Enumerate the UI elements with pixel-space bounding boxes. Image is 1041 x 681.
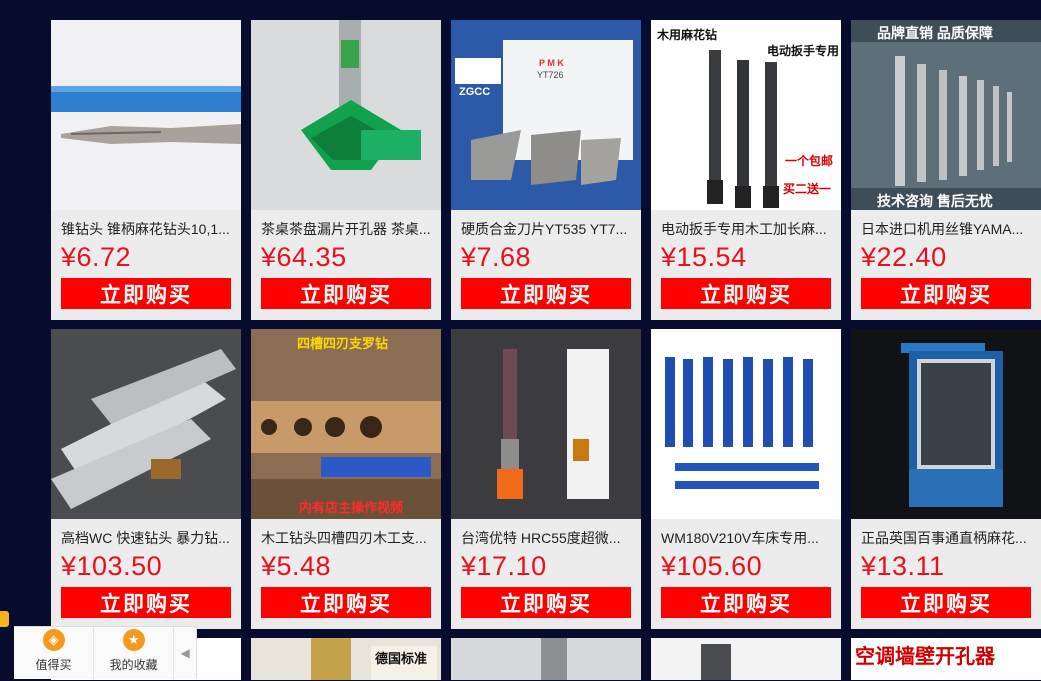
buy-now-button[interactable]: 立即购买 xyxy=(461,587,631,618)
product-image[interactable]: 德国标准 xyxy=(251,638,441,680)
product-image[interactable]: 品牌直销 品质保障 技术咨询 售后无忧 xyxy=(851,20,1041,210)
product-price: ¥5.48 xyxy=(261,551,332,581)
product-title[interactable]: 茶桌茶盘漏片开孔器 茶桌... xyxy=(261,219,433,239)
product-title[interactable]: 木工钻头四槽四刃木工支... xyxy=(261,528,433,548)
image-caption: 木用麻花钻 xyxy=(657,28,718,42)
product-card[interactable]: 茶桌茶盘漏片开孔器 茶桌... ¥64.35 立即购买 xyxy=(251,20,441,320)
product-image[interactable] xyxy=(51,20,241,210)
product-title[interactable]: 台湾优特 HRC55度超微... xyxy=(461,528,633,548)
dock-worth-buying[interactable]: ◈ 值得买 xyxy=(14,627,93,679)
product-image[interactable]: 四槽四刃支罗钻 内有店主操作视频 xyxy=(251,329,441,519)
image-caption: 技术咨询 售后无忧 xyxy=(877,193,993,209)
buy-now-button[interactable]: 立即购买 xyxy=(861,587,1031,618)
product-card[interactable]: 空调墙壁开孔器 xyxy=(851,638,1041,680)
image-caption: 四槽四刃支罗钻 xyxy=(297,336,389,351)
product-price: ¥7.68 xyxy=(461,242,532,272)
product-card[interactable]: 高档WC 快速钻头 暴力钻... ¥103.50 立即购买 xyxy=(51,329,241,629)
product-card[interactable] xyxy=(451,638,641,680)
product-card[interactable]: 德国标准 xyxy=(251,638,441,680)
image-caption: 德国标准 xyxy=(375,651,428,666)
buy-now-button[interactable]: 立即购买 xyxy=(661,278,831,309)
image-caption: 空调墙壁开孔器 xyxy=(855,646,995,668)
image-caption: ZGCC xyxy=(459,86,491,98)
product-card[interactable]: ZGCC P M K YT726 硬质合金刀片YT535 YT7... ¥7.6… xyxy=(451,20,641,320)
buy-now-button[interactable]: 立即购买 xyxy=(261,278,431,309)
product-card[interactable]: 正品英国百事通直柄麻花... ¥13.11 立即购买 xyxy=(851,329,1041,629)
product-card[interactable]: WM180V210V车床专用... ¥105.60 立即购买 xyxy=(651,329,841,629)
product-title[interactable]: 硬质合金刀片YT535 YT7... xyxy=(461,219,633,239)
side-tab-handle[interactable] xyxy=(0,611,9,627)
collapse-icon[interactable]: ◀ xyxy=(173,627,196,679)
image-caption: 内有店主操作视频 xyxy=(299,500,404,515)
product-title[interactable]: 正品英国百事通直柄麻花... xyxy=(861,528,1033,548)
product-image[interactable] xyxy=(451,329,641,519)
image-caption: 电动扳手专用 xyxy=(767,44,840,58)
product-card[interactable] xyxy=(651,638,841,680)
buy-now-button[interactable]: 立即购买 xyxy=(861,278,1031,309)
image-caption: 品牌直销 品质保障 xyxy=(877,25,993,41)
product-image[interactable] xyxy=(51,329,241,519)
product-card[interactable]: 锥钻头 锥柄麻花钻头10,1... ¥6.72 立即购买 xyxy=(51,20,241,320)
product-image[interactable] xyxy=(851,329,1041,519)
product-card[interactable]: 木用麻花钻 电动扳手专用 一个包邮 买二送一 电动扳手专用木工加长麻... ¥1… xyxy=(651,20,841,320)
product-price: ¥17.10 xyxy=(461,551,547,581)
product-price: ¥15.54 xyxy=(661,242,747,272)
product-price: ¥6.72 xyxy=(61,242,132,272)
product-price: ¥103.50 xyxy=(61,551,163,581)
product-card[interactable]: 品牌直销 品质保障 技术咨询 售后无忧 日本进口机用丝锥YAMA... ¥22.… xyxy=(851,20,1041,320)
product-title[interactable]: 电动扳手专用木工加长麻... xyxy=(661,219,833,239)
tag-icon: ◈ xyxy=(42,629,65,651)
dock-label: 我的收藏 xyxy=(109,658,158,672)
product-title[interactable]: WM180V210V车床专用... xyxy=(661,528,833,548)
product-image[interactable]: 木用麻花钻 电动扳手专用 一个包邮 买二送一 xyxy=(651,20,841,210)
product-card[interactable]: 四槽四刃支罗钻 内有店主操作视频 木工钻头四槽四刃木工支... ¥5.48 立即… xyxy=(251,329,441,629)
image-caption: 一个包邮 xyxy=(785,154,834,168)
buy-now-button[interactable]: 立即购买 xyxy=(261,587,431,618)
image-caption: YT726 xyxy=(537,70,564,80)
product-price: ¥105.60 xyxy=(661,551,763,581)
product-image[interactable] xyxy=(251,20,441,210)
product-image[interactable] xyxy=(651,329,841,519)
product-price: ¥64.35 xyxy=(261,242,347,272)
product-title[interactable]: 日本进口机用丝锥YAMA... xyxy=(861,219,1033,239)
star-icon: ★ xyxy=(122,629,145,651)
dock-my-favorites[interactable]: ★ 我的收藏 xyxy=(93,627,173,679)
product-card[interactable]: 台湾优特 HRC55度超微... ¥17.10 立即购买 xyxy=(451,329,641,629)
product-image[interactable] xyxy=(451,638,641,680)
product-price: ¥13.11 xyxy=(861,551,945,581)
product-image[interactable]: ZGCC P M K YT726 xyxy=(451,20,641,210)
product-title[interactable]: 锥钻头 锥柄麻花钻头10,1... xyxy=(61,219,233,239)
image-caption: 买二送一 xyxy=(783,182,832,196)
product-price: ¥22.40 xyxy=(861,242,947,272)
product-image[interactable] xyxy=(651,638,841,680)
buy-now-button[interactable]: 立即购买 xyxy=(61,278,231,309)
image-caption: P M K xyxy=(539,58,564,68)
buy-now-button[interactable]: 立即购买 xyxy=(61,587,231,618)
product-title[interactable]: 高档WC 快速钻头 暴力钻... xyxy=(61,528,233,548)
dock-label: 值得买 xyxy=(35,658,72,672)
product-image[interactable]: 空调墙壁开孔器 xyxy=(851,638,1041,680)
floating-dock: ◈ 值得买 ★ 我的收藏 ◀ xyxy=(14,626,197,679)
buy-now-button[interactable]: 立即购买 xyxy=(461,278,631,309)
buy-now-button[interactable]: 立即购买 xyxy=(661,587,831,618)
